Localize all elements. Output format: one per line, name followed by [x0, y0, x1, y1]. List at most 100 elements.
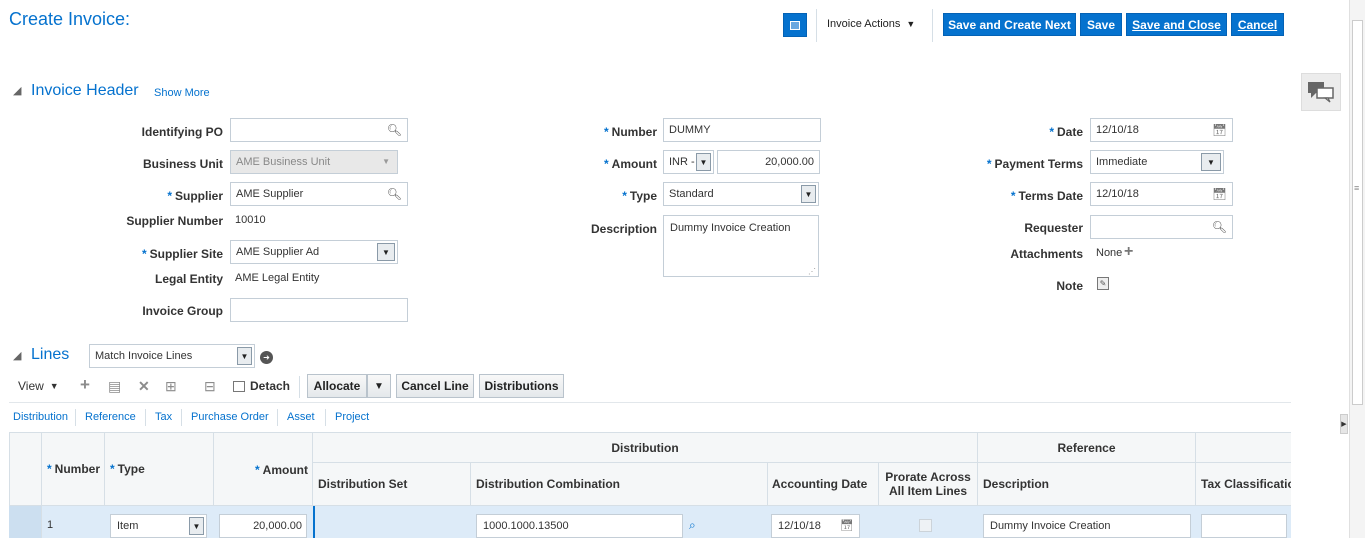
- dropdown-arrow-icon[interactable]: ▼: [801, 185, 816, 203]
- cell-distribution-set[interactable]: [313, 506, 315, 538]
- description-textarea[interactable]: Dummy Invoice Creation ⋰: [663, 215, 819, 277]
- scrollbar-thumb[interactable]: [1352, 20, 1363, 405]
- invoice-header-toggle[interactable]: ◢: [13, 84, 21, 97]
- subtab-distribution[interactable]: Distribution: [13, 411, 68, 423]
- dropdown-arrow-icon[interactable]: ▼: [377, 243, 395, 261]
- supplier-site-select[interactable]: AME Supplier Ad ▼: [230, 240, 398, 264]
- terms-date-input[interactable]: 12/10/18 📅︎: [1090, 182, 1233, 206]
- column-header-description[interactable]: Description: [977, 462, 1196, 506]
- calendar-icon[interactable]: 📅︎: [1212, 187, 1227, 201]
- match-invoice-lines-select[interactable]: Match Invoice Lines ▼: [89, 344, 255, 368]
- chat-bubbles-icon: [1308, 82, 1334, 103]
- column-header-tax-classification[interactable]: Tax Classificatio: [1195, 462, 1291, 506]
- accounting-date-input[interactable]: 12/10/18 📅︎: [771, 514, 860, 538]
- amount-label: * Amount: [604, 157, 657, 171]
- type-select[interactable]: Standard ▼: [663, 182, 819, 206]
- column-header-number[interactable]: * Number: [41, 432, 105, 506]
- payment-terms-select[interactable]: Immediate ▼: [1090, 150, 1224, 174]
- invoice-header-title: Invoice Header: [31, 82, 139, 99]
- duplicate-icon[interactable]: ▤: [108, 378, 121, 395]
- lines-table: * Number * Type * Amount Distribution Refer…: [9, 432, 1291, 538]
- identifying-po-input[interactable]: 🔍︎: [230, 118, 408, 142]
- column-header-amount[interactable]: * Amount: [213, 432, 313, 506]
- allocate-dropdown-button[interactable]: ▼: [367, 374, 391, 398]
- caret-down-icon: ▼: [906, 19, 916, 29]
- column-header-accounting-date[interactable]: Accounting Date: [767, 462, 879, 506]
- subtab-reference[interactable]: Reference: [85, 411, 136, 423]
- supplier-label: * Supplier: [167, 189, 223, 203]
- number-input[interactable]: DUMMY: [663, 118, 821, 142]
- feedback-button[interactable]: [1301, 73, 1341, 111]
- line-type-select[interactable]: Item ▼: [110, 514, 207, 538]
- collapse-triangle-icon: ◢: [13, 350, 22, 362]
- column-header-distribution-set[interactable]: Distribution Set: [312, 462, 471, 506]
- sidebar-toggle-button[interactable]: [783, 13, 807, 37]
- add-icon[interactable]: +: [80, 375, 90, 395]
- dropdown-arrow-icon[interactable]: ▼: [696, 153, 711, 171]
- save-and-create-next-button[interactable]: Save and Create Next: [943, 13, 1076, 36]
- search-icon[interactable]: 🔍︎: [1212, 220, 1227, 234]
- supplier-number-value: 10010: [235, 214, 266, 226]
- separator: [145, 409, 146, 426]
- column-header-prorate[interactable]: Prorate Across All Item Lines: [878, 462, 978, 506]
- save-button[interactable]: Save: [1080, 13, 1122, 36]
- amount-input[interactable]: 20,000.00: [717, 150, 820, 174]
- search-icon[interactable]: 🔍︎: [387, 187, 402, 201]
- column-header-distribution-combination[interactable]: Distribution Combination: [470, 462, 768, 506]
- column-header-type[interactable]: * Type: [104, 432, 214, 506]
- requester-input[interactable]: 🔍︎: [1090, 215, 1233, 239]
- collapse-pane-button[interactable]: ▶: [1340, 414, 1348, 434]
- dropdown-arrow-icon[interactable]: ▼: [189, 517, 204, 535]
- cancel-line-button[interactable]: Cancel Line: [396, 374, 474, 398]
- go-arrow-icon[interactable]: ➜: [260, 351, 273, 364]
- business-unit-label: Business Unit: [142, 157, 223, 171]
- allocate-button[interactable]: Allocate: [307, 374, 367, 398]
- prorate-checkbox[interactable]: [919, 519, 932, 532]
- tax-classification-input[interactable]: [1201, 514, 1287, 538]
- dropdown-arrow-icon[interactable]: ▼: [237, 347, 252, 365]
- edit-note-icon[interactable]: ✎: [1097, 277, 1109, 290]
- table-row[interactable]: 1 Item ▼ 20,000.00 1000.1000.13500 ⌕ 12/…: [9, 506, 1291, 538]
- line-description-input[interactable]: Dummy Invoice Creation: [983, 514, 1191, 538]
- distribution-combination-input[interactable]: 1000.1000.13500: [476, 514, 683, 538]
- save-and-close-button[interactable]: Save and Close: [1126, 13, 1227, 36]
- row-header[interactable]: [9, 506, 42, 538]
- line-amount-input[interactable]: 20,000.00: [219, 514, 307, 538]
- toolbar-divider: [299, 376, 300, 398]
- calendar-icon[interactable]: 📅︎: [840, 519, 854, 532]
- invoice-group-input[interactable]: [230, 298, 408, 322]
- subtab-purchase-order[interactable]: Purchase Order: [191, 411, 269, 423]
- split-icon[interactable]: ⊞: [165, 378, 177, 395]
- show-more-link[interactable]: Show More: [154, 87, 210, 99]
- lines-title: Lines: [31, 346, 70, 363]
- invoice-actions-menu[interactable]: Invoice Actions ▼: [827, 18, 915, 30]
- search-icon[interactable]: 🔍︎: [387, 123, 402, 137]
- freeze-icon[interactable]: ⊟: [204, 378, 216, 395]
- invoice-group-label: Invoice Group: [142, 304, 223, 318]
- cell-number: 1: [47, 519, 54, 531]
- currency-select[interactable]: INR - ▼: [663, 150, 714, 174]
- date-input[interactable]: 12/10/18 📅︎: [1090, 118, 1233, 142]
- subtab-tax[interactable]: Tax: [155, 411, 172, 423]
- subtab-asset[interactable]: Asset: [287, 411, 315, 423]
- supplier-input[interactable]: AME Supplier 🔍︎: [230, 182, 408, 206]
- view-menu[interactable]: View ▼: [18, 379, 59, 393]
- dropdown-arrow-icon[interactable]: ▼: [1201, 153, 1221, 171]
- collapse-triangle-icon: ◢: [13, 85, 22, 97]
- subtab-project[interactable]: Project: [335, 411, 369, 423]
- vertical-scrollbar[interactable]: ≡: [1349, 0, 1365, 538]
- page-title: Create Invoice:: [9, 9, 131, 29]
- panel-icon: [790, 20, 800, 30]
- delete-icon[interactable]: ✕: [138, 378, 150, 395]
- row-header-corner: [9, 432, 42, 506]
- date-label: * Date: [1049, 125, 1083, 139]
- resize-handle-icon[interactable]: ⋰: [808, 267, 816, 276]
- cancel-button[interactable]: Cancel: [1231, 13, 1284, 36]
- calendar-icon[interactable]: 📅︎: [1212, 123, 1227, 137]
- account-search-icon[interactable]: ⌕: [689, 518, 696, 533]
- lines-toggle[interactable]: ◢: [13, 348, 21, 362]
- distributions-button[interactable]: Distributions: [479, 374, 564, 398]
- add-attachment-icon[interactable]: +: [1124, 243, 1133, 261]
- requester-label: Requester: [1024, 221, 1083, 235]
- detach-button[interactable]: Detach: [233, 379, 290, 393]
